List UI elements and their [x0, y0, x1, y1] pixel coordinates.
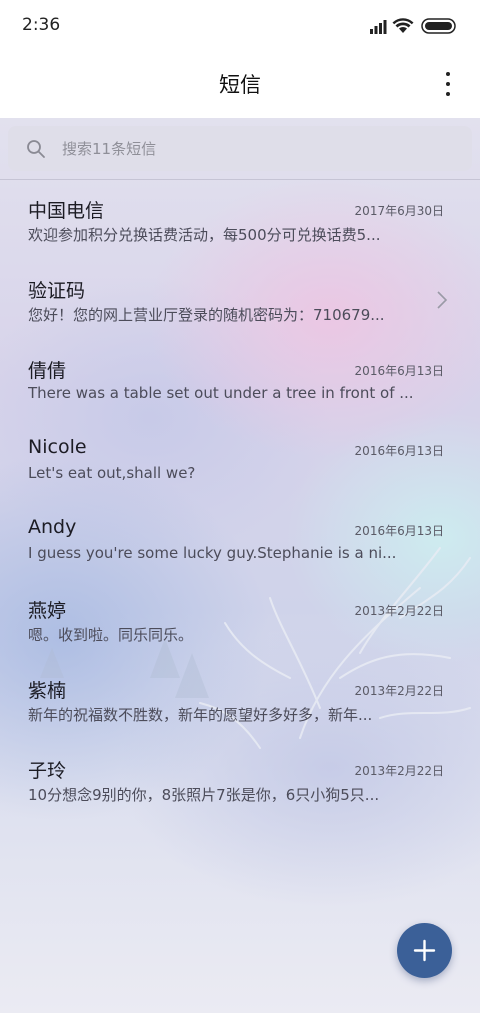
sender-name: 验证码 — [28, 280, 86, 302]
status-icons — [370, 18, 456, 34]
message-thread-item[interactable]: 中国电信 2017年6月30日 欢迎参加积分兑换话费活动，每500分可兑换话费5… — [0, 180, 480, 260]
search-input[interactable]: 搜索11条短信 — [62, 138, 156, 159]
message-preview: 新年的祝福数不胜数，新年的愿望好多好多，新年... — [28, 706, 373, 724]
message-date: 2013年2月22日 — [354, 764, 444, 778]
sender-name: 中国电信 — [28, 200, 105, 222]
app-header: 短信 — [0, 52, 480, 118]
more-options-button[interactable] — [444, 70, 452, 98]
plus-icon — [413, 939, 436, 962]
sender-name: 紫楠 — [28, 680, 67, 702]
signal-icon — [370, 20, 387, 34]
page-title: 短信 — [219, 73, 261, 97]
message-thread-item[interactable]: Nicole 2016年6月13日 Let's eat out,shall we… — [0, 420, 480, 500]
message-preview: 嗯。收到啦。同乐同乐。 — [28, 626, 194, 644]
message-thread-item[interactable]: 燕婷 2013年2月22日 嗯。收到啦。同乐同乐。 — [0, 580, 480, 660]
sender-name: 燕婷 — [28, 600, 67, 622]
search-icon — [27, 140, 45, 158]
message-date: 2017年6月30日 — [354, 204, 444, 218]
message-date: 2016年6月13日 — [354, 524, 444, 538]
wifi-icon — [392, 18, 414, 33]
message-thread-item[interactable]: 倩倩 2016年6月13日 There was a table set out … — [0, 340, 480, 420]
message-preview: There was a table set out under a tree i… — [28, 384, 414, 402]
message-preview: Let's eat out,shall we? — [28, 464, 196, 482]
status-time: 2:36 — [22, 15, 61, 35]
message-date: 2016年6月13日 — [354, 444, 444, 458]
status-bar: 2:36 — [0, 0, 480, 52]
message-thread-item[interactable]: 紫楠 2013年2月22日 新年的祝福数不胜数，新年的愿望好多好多，新年... — [0, 660, 480, 740]
more-vertical-icon — [446, 72, 450, 76]
new-message-button[interactable] — [397, 923, 452, 978]
message-thread-item[interactable]: Andy 2016年6月13日 I guess you're some luck… — [0, 500, 480, 580]
message-preview: 10分想念9别的你，8张照片7张是你，6只小狗5只... — [28, 786, 380, 804]
message-date: 2016年6月13日 — [354, 364, 444, 378]
message-preview: 您好！您的网上营业厅登录的随机密码为：710679... — [28, 306, 385, 324]
sender-name: Nicole — [28, 436, 87, 458]
sender-name: 子玲 — [28, 760, 67, 782]
sender-name: Andy — [28, 516, 77, 538]
message-date: 2013年2月22日 — [354, 604, 444, 618]
sender-name: 倩倩 — [28, 360, 67, 382]
battery-icon — [421, 18, 456, 34]
message-thread-item[interactable]: 验证码 您好！您的网上营业厅登录的随机密码为：710679... — [0, 260, 480, 340]
message-thread-item[interactable]: 子玲 2013年2月22日 10分想念9别的你，8张照片7张是你，6只小狗5只.… — [0, 740, 480, 820]
message-preview: I guess you're some lucky guy.Stephanie … — [28, 544, 397, 562]
message-preview: 欢迎参加积分兑换话费活动，每500分可兑换话费5... — [28, 226, 381, 244]
message-date: 2013年2月22日 — [354, 684, 444, 698]
search-bar[interactable]: 搜索11条短信 — [8, 126, 472, 171]
chevron-right-icon — [437, 291, 448, 309]
